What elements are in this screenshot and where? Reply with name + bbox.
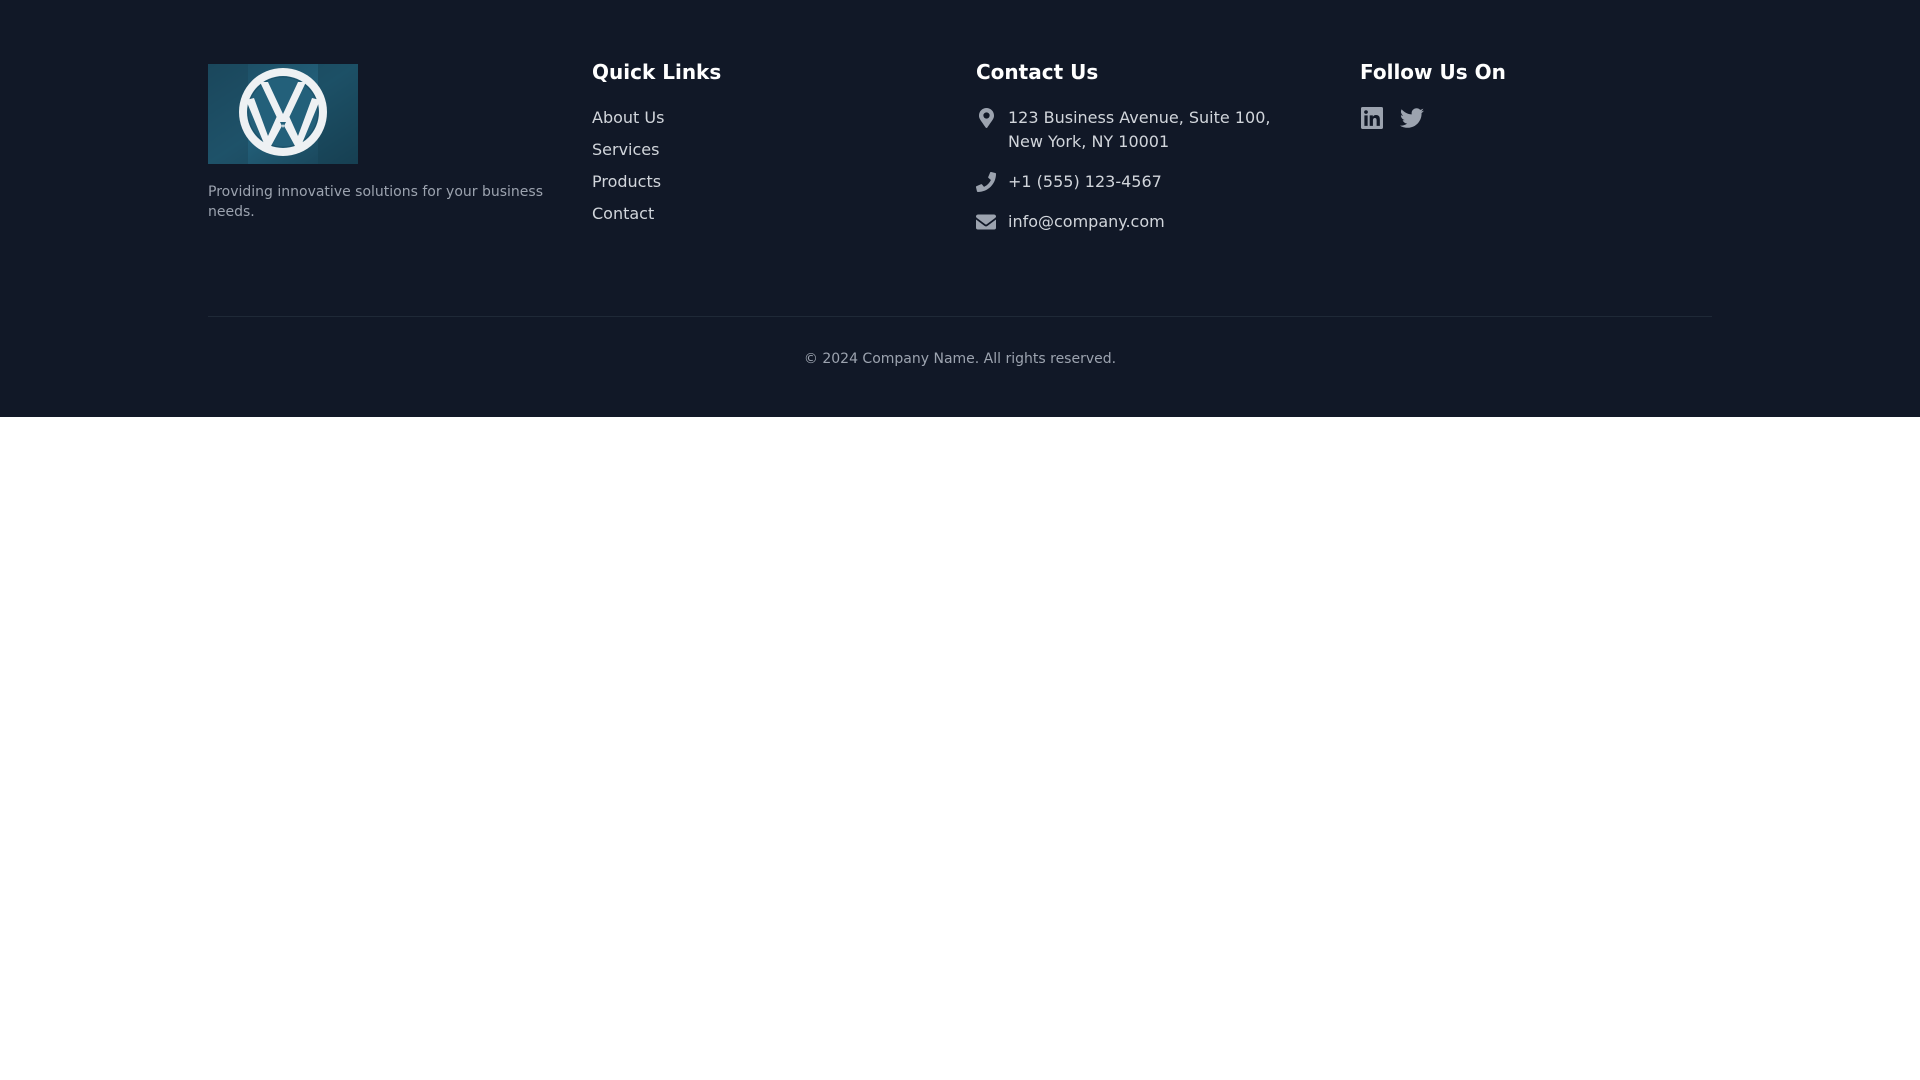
footer-container: Providing innovative solutions for your …: [208, 0, 1712, 417]
contact-phone: +1 (555) 123-4567: [976, 170, 1326, 194]
quick-link-item: Products: [592, 170, 942, 202]
footer-brand-column: Providing innovative solutions for your …: [208, 64, 558, 222]
phone-text[interactable]: +1 (555) 123-4567: [1008, 170, 1162, 194]
contact-list: 123 Business Avenue, Suite 100, New York…: [976, 106, 1326, 234]
quick-link-services[interactable]: Services: [592, 140, 659, 159]
twitter-icon: [1400, 108, 1424, 128]
email-text[interactable]: info@company.com: [1008, 210, 1165, 234]
address-text: 123 Business Avenue, Suite 100, New York…: [1008, 106, 1278, 154]
company-logo[interactable]: [208, 64, 358, 164]
linkedin-icon: [1361, 107, 1383, 129]
footer-contact-column: Contact Us 123 Business Avenue, Suite 10…: [976, 60, 1326, 250]
contact-heading: Contact Us: [976, 60, 1099, 84]
footer-tagline: Providing innovative solutions for your …: [208, 184, 543, 220]
contact-address: 123 Business Avenue, Suite 100, New York…: [976, 106, 1326, 154]
site-footer: Providing innovative solutions for your …: [0, 0, 1920, 417]
footer-divider: [208, 316, 1712, 317]
address-line-2: New York, NY 10001: [1008, 132, 1170, 151]
quick-links-list: About Us Services Products Contact: [592, 106, 942, 234]
envelope-icon: [976, 210, 996, 234]
footer-social-column: Follow Us On: [1360, 60, 1710, 130]
quick-link-item: Services: [592, 138, 942, 170]
quick-link-products[interactable]: Products: [592, 172, 661, 191]
quick-link-item: Contact: [592, 202, 942, 234]
social-links: [1360, 106, 1710, 130]
twitter-link[interactable]: [1400, 106, 1424, 130]
phone-icon: [976, 170, 996, 194]
linkedin-link[interactable]: [1360, 106, 1384, 130]
copyright-text: © 2024 Company Name. All rights reserved…: [803, 351, 1117, 367]
quick-links-heading: Quick Links: [592, 60, 722, 84]
footer-quick-links-column: Quick Links About Us Services Products C…: [592, 60, 942, 234]
follow-us-heading: Follow Us On: [1360, 60, 1506, 84]
quick-link-item: About Us: [592, 106, 942, 138]
quick-link-about-us[interactable]: About Us: [592, 108, 664, 127]
contact-email: info@company.com: [976, 210, 1326, 234]
quick-link-contact[interactable]: Contact: [592, 204, 654, 223]
map-pin-icon: [976, 106, 996, 130]
address-line-1: 123 Business Avenue, Suite 100,: [1008, 108, 1271, 127]
